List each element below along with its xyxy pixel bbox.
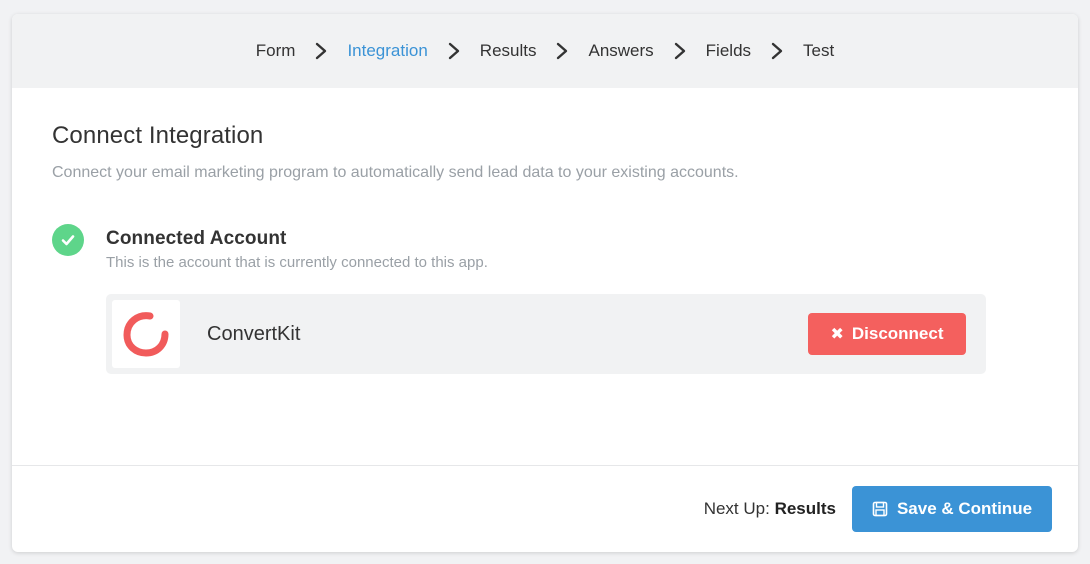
chevron-right-icon — [307, 14, 335, 88]
connected-account-text: Connected Account This is the account th… — [106, 228, 488, 271]
page-subtitle: Connect your email marketing program to … — [52, 164, 739, 181]
chevron-right-icon — [440, 14, 468, 88]
step-integration[interactable]: Integration — [345, 41, 429, 61]
main-content: Connect Integration Connect your email m… — [12, 88, 1078, 465]
chevron-right-icon — [763, 14, 791, 88]
next-up: Next Up: Results — [704, 499, 836, 519]
account-name: ConvertKit — [207, 322, 301, 345]
connected-account-title: Connected Account — [106, 228, 287, 249]
disconnect-button[interactable]: ✖ Disconnect — [808, 313, 966, 355]
connected-account-section: Connected Account This is the account th… — [52, 224, 1038, 271]
save-label: Save & Continue — [896, 499, 1033, 518]
check-circle-icon — [52, 224, 84, 256]
convertkit-logo-icon — [123, 312, 169, 357]
stepper: Form Integration Results Answers Fields … — [12, 14, 1078, 88]
page-title: Connect Integration — [52, 122, 264, 149]
step-results[interactable]: Results — [478, 41, 539, 61]
account-logo — [112, 300, 180, 368]
chevron-right-icon — [548, 14, 576, 88]
connected-account-subtitle: This is the account that is currently co… — [106, 254, 488, 271]
floppy-disk-icon — [872, 501, 888, 517]
step-test[interactable]: Test — [801, 41, 836, 61]
next-up-label: Next Up: — [703, 499, 770, 518]
disconnect-label: Disconnect — [851, 324, 944, 343]
step-form[interactable]: Form — [254, 41, 298, 61]
step-fields[interactable]: Fields — [704, 41, 753, 61]
close-icon: ✖ — [830, 326, 844, 343]
account-row: ConvertKit ✖ Disconnect — [106, 294, 986, 374]
footer: Next Up: Results Save & Continue — [12, 465, 1078, 552]
save-continue-button[interactable]: Save & Continue — [852, 486, 1052, 532]
next-up-value: Results — [774, 499, 836, 518]
chevron-right-icon — [666, 14, 694, 88]
step-answers[interactable]: Answers — [586, 41, 655, 61]
integration-card: Form Integration Results Answers Fields … — [12, 14, 1078, 552]
